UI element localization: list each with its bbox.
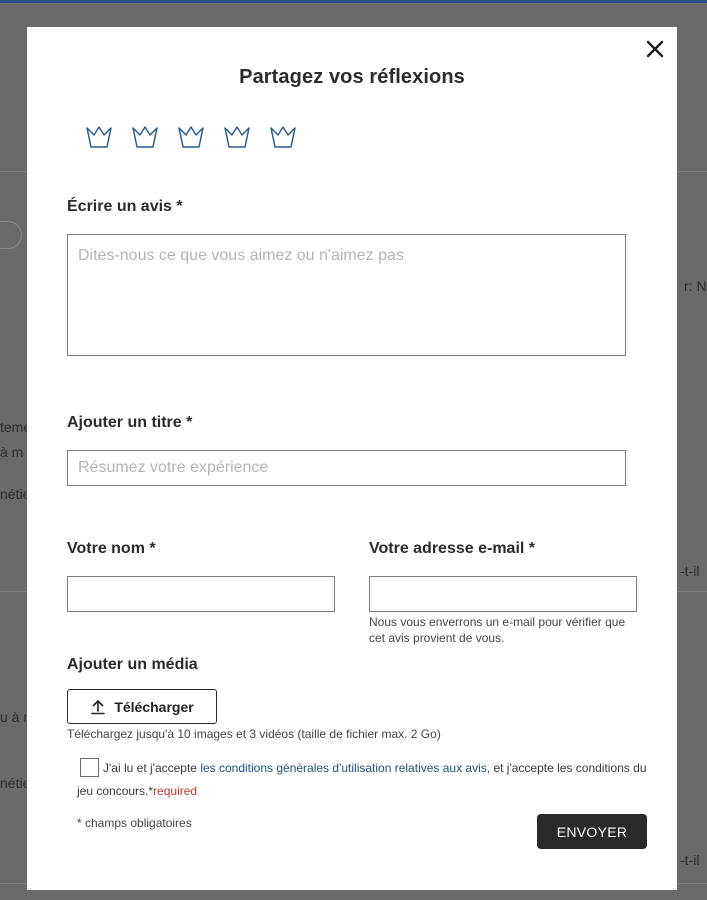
headline-label: Ajouter un titre * bbox=[67, 414, 193, 431]
background-text: r: NC bbox=[684, 278, 707, 294]
rating-star-1[interactable] bbox=[85, 125, 113, 149]
star-outline-icon bbox=[270, 126, 296, 148]
background-text: nétie bbox=[0, 486, 31, 502]
review-label: Écrire un avis * bbox=[67, 198, 183, 215]
rating-star-2[interactable] bbox=[131, 125, 159, 149]
upload-label: Télécharger bbox=[114, 698, 194, 715]
headline-input[interactable] bbox=[67, 450, 626, 486]
media-hint: Téléchargez jusqu'à 10 images et 3 vidéo… bbox=[67, 727, 441, 741]
required-fields-note: * champs obligatoires bbox=[77, 816, 192, 830]
background-text: -t-il bbox=[680, 852, 700, 868]
upload-icon bbox=[91, 699, 106, 714]
required-marker: required bbox=[153, 784, 198, 798]
background-text: à m bbox=[0, 444, 24, 460]
background-text: nétie bbox=[0, 775, 31, 791]
submit-button[interactable]: ENVOYER bbox=[537, 814, 647, 849]
star-outline-icon bbox=[178, 126, 204, 148]
star-outline-icon bbox=[132, 126, 158, 148]
name-input[interactable] bbox=[67, 576, 335, 612]
close-icon bbox=[646, 40, 664, 58]
review-textarea[interactable] bbox=[67, 234, 626, 356]
background-text: -t-il bbox=[680, 563, 700, 579]
upload-button[interactable]: Télécharger bbox=[67, 689, 217, 724]
email-input[interactable] bbox=[369, 576, 637, 612]
rating-star-4[interactable] bbox=[223, 125, 251, 149]
rating-star-3[interactable] bbox=[177, 125, 205, 149]
media-label: Ajouter un média bbox=[67, 656, 198, 673]
review-modal: Partagez vos réflexions Écrire un avis *… bbox=[27, 27, 677, 890]
email-hint: Nous vous enverrons un e-mail pour vérif… bbox=[369, 615, 626, 645]
background-dropdown bbox=[0, 221, 22, 249]
star-outline-icon bbox=[86, 126, 112, 148]
terms-link[interactable]: les conditions générales d'utilisation r… bbox=[200, 761, 490, 775]
close-button[interactable] bbox=[644, 38, 666, 60]
rating-star-5[interactable] bbox=[269, 125, 297, 149]
modal-title: Partagez vos réflexions bbox=[239, 66, 465, 88]
consent-text: J'ai lu et j'accepte les conditions géné… bbox=[77, 757, 647, 803]
email-label: Votre adresse e-mail * bbox=[369, 540, 536, 557]
star-outline-icon bbox=[224, 126, 250, 148]
consent-prefix: J'ai lu et j'accepte bbox=[103, 761, 197, 775]
name-label: Votre nom * bbox=[67, 540, 156, 557]
